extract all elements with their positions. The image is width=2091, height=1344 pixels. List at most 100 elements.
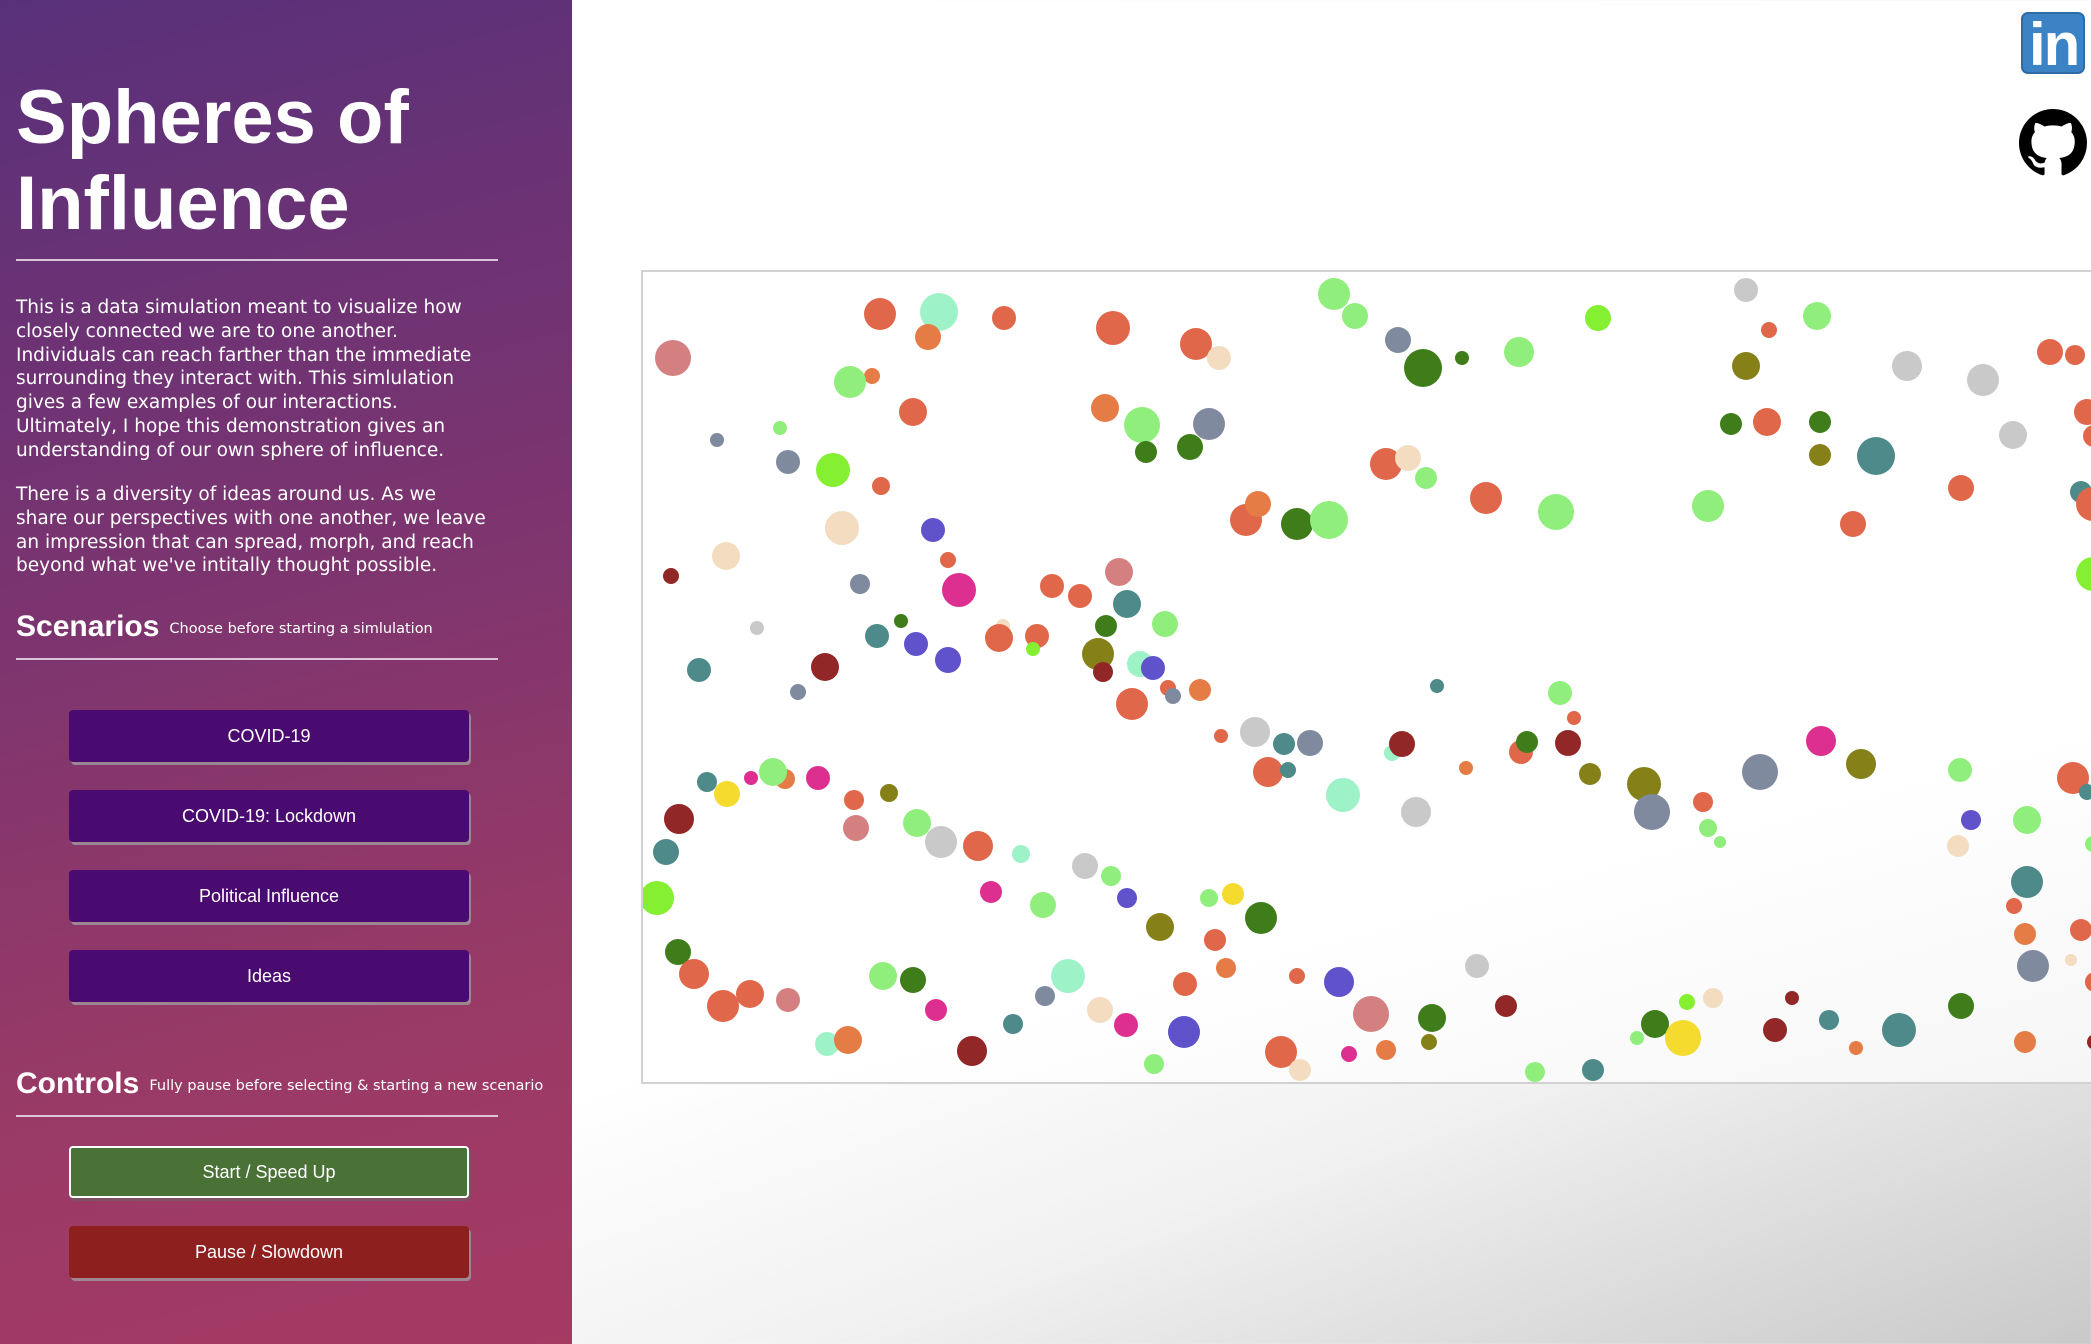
- sphere-22: [2037, 339, 2063, 365]
- sphere-201: [1051, 959, 1085, 993]
- sphere-167: [1117, 888, 1137, 908]
- sphere-185: [664, 804, 694, 834]
- sphere-159: [1289, 968, 1305, 984]
- spheres-layer: [643, 278, 2091, 1082]
- sphere-183: [714, 781, 740, 807]
- sphere-33: [710, 433, 724, 447]
- scenarios-header: Scenarios Choose before starting a simlul…: [16, 610, 433, 644]
- simulation-canvas[interactable]: [641, 270, 2091, 1084]
- sphere-18: [1732, 352, 1760, 380]
- sphere-89: [1141, 656, 1165, 680]
- controls-subheading: Fully pause before selecting & starting …: [149, 1078, 544, 1094]
- sphere-90: [1093, 662, 1113, 682]
- controls-divider: [16, 1115, 498, 1117]
- sphere-50: [1281, 508, 1313, 540]
- sphere-200: [1035, 986, 1055, 1006]
- sphere-66: [790, 684, 806, 700]
- sphere-147: [1703, 988, 1723, 1008]
- sphere-49: [1245, 491, 1271, 517]
- sphere-44: [1135, 441, 1157, 463]
- sphere-202: [1087, 997, 1113, 1023]
- sphere-178: [844, 790, 864, 810]
- scenario-ideas-button[interactable]: Ideas: [69, 950, 469, 1002]
- sphere-36: [816, 453, 850, 487]
- sphere-197: [925, 999, 947, 1021]
- sphere-113: [1699, 819, 1717, 837]
- sphere-151: [1582, 1059, 1604, 1081]
- sphere-40: [825, 511, 859, 545]
- sphere-38: [921, 518, 945, 542]
- sphere-77: [1040, 574, 1064, 598]
- sphere-53: [1395, 445, 1421, 471]
- sphere-95: [1273, 733, 1295, 755]
- sphere-126: [2011, 866, 2043, 898]
- scenario-covid-19-lockdown-button[interactable]: COVID-19: Lockdown: [69, 790, 469, 842]
- controls-heading: Controls: [16, 1067, 140, 1100]
- sphere-71: [904, 632, 928, 656]
- sphere-28: [1999, 421, 2027, 449]
- sphere-101: [1389, 731, 1415, 757]
- sphere-74: [942, 573, 976, 607]
- sphere-150: [1630, 1031, 1644, 1045]
- sphere-12: [1404, 349, 1442, 387]
- sphere-146: [1763, 1018, 1787, 1042]
- sphere-153: [1495, 995, 1517, 1017]
- sphere-114: [1714, 836, 1726, 848]
- sphere-209: [1289, 1059, 1311, 1081]
- linkedin-icon: in: [2029, 11, 2080, 78]
- sphere-68: [894, 614, 908, 628]
- sphere-118: [1948, 758, 1972, 782]
- sphere-4: [992, 306, 1016, 330]
- sphere-70: [850, 574, 870, 594]
- sphere-171: [1012, 845, 1030, 863]
- sphere-139: [2065, 954, 2077, 966]
- sphere-51: [1310, 501, 1348, 539]
- github-link[interactable]: [2019, 109, 2087, 177]
- scenarios-subheading: Choose before starting a simlulation: [169, 621, 433, 637]
- sphere-195: [869, 962, 897, 990]
- sphere-179: [806, 766, 830, 790]
- sphere-170: [1030, 892, 1056, 918]
- sphere-137: [2087, 1035, 2091, 1049]
- scenario-covid-19-button[interactable]: COVID-19: [69, 710, 469, 762]
- sphere-177: [843, 815, 869, 841]
- sphere-144: [1785, 991, 1799, 1005]
- sphere-25: [1809, 411, 1831, 433]
- sphere-192: [776, 988, 800, 1012]
- sphere-187: [643, 881, 674, 915]
- sphere-73: [940, 552, 956, 568]
- sphere-184: [697, 772, 717, 792]
- sphere-31: [2083, 425, 2091, 447]
- sphere-6: [1096, 311, 1130, 345]
- sphere-145: [1819, 1010, 1839, 1030]
- sphere-161: [1222, 883, 1244, 905]
- pause-slowdown-button[interactable]: Pause / Slowdown: [69, 1226, 469, 1278]
- sphere-121: [2013, 806, 2041, 834]
- sphere-59: [1948, 475, 1974, 501]
- scenarios-heading: Scenarios: [16, 610, 160, 643]
- sphere-5: [864, 368, 880, 384]
- sphere-30: [2074, 399, 2091, 425]
- sphere-115: [1742, 754, 1778, 790]
- sphere-141: [1948, 993, 1974, 1019]
- linkedin-link[interactable]: in: [2021, 11, 2085, 78]
- sphere-214: [1665, 1020, 1701, 1056]
- sphere-62: [750, 621, 764, 635]
- sphere-45: [1091, 394, 1119, 422]
- sphere-7: [1180, 328, 1212, 360]
- sphere-13: [1455, 351, 1469, 365]
- start-speed-up-button[interactable]: Start / Speed Up: [69, 1146, 469, 1198]
- sphere-15: [1585, 305, 1611, 331]
- sphere-61: [2076, 557, 2091, 591]
- sphere-43: [1124, 407, 1160, 443]
- sphere-152: [1525, 1062, 1545, 1082]
- sphere-23: [1753, 408, 1781, 436]
- sphere-24: [1720, 413, 1742, 435]
- sphere-100: [1401, 797, 1431, 827]
- sphere-82: [1095, 615, 1117, 637]
- sphere-98: [1326, 778, 1360, 812]
- app-title: Spheres of Influence: [16, 75, 409, 246]
- title-divider: [16, 259, 498, 261]
- scenario-political-influence-button[interactable]: Political Influence: [69, 870, 469, 922]
- sphere-190: [707, 990, 739, 1022]
